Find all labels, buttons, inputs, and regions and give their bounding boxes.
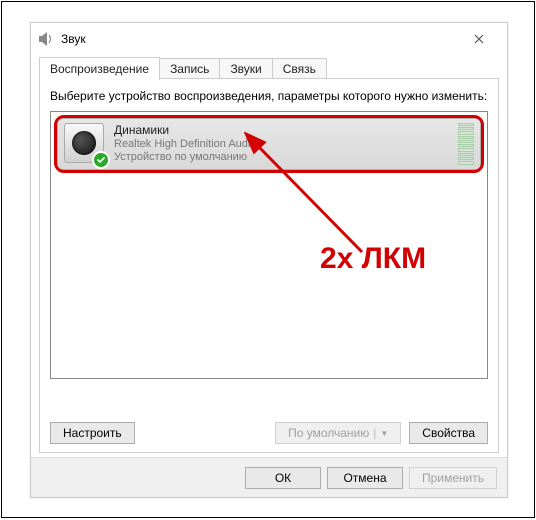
divider: |: [373, 426, 376, 440]
tab-playback[interactable]: Воспроизведение: [39, 57, 160, 80]
cancel-button[interactable]: Отмена: [327, 467, 403, 489]
default-check-icon: [92, 151, 110, 169]
tab-strip: Воспроизведение Запись Звуки Связь: [31, 55, 507, 79]
ok-button[interactable]: ОК: [245, 467, 321, 489]
sound-icon: [37, 30, 55, 48]
sound-dialog: Звук Воспроизведение Запись Звуки Связь …: [30, 22, 508, 498]
chevron-down-icon: ▼: [380, 429, 388, 438]
apply-button: Применить: [409, 467, 497, 489]
device-driver: Realtek High Definition Audio: [114, 138, 452, 151]
device-status: Устройство по умолчанию: [114, 151, 452, 164]
default-button-label: По умолчанию: [288, 426, 369, 440]
speaker-icon: [64, 123, 106, 165]
playback-panel: Выберите устройство воспроизведения, пар…: [39, 79, 499, 453]
panel-button-row: Настроить По умолчанию | ▼ Свойства: [50, 422, 488, 444]
volume-meter: [458, 123, 474, 165]
tab-record[interactable]: Запись: [159, 58, 220, 79]
properties-button[interactable]: Свойства: [409, 422, 488, 444]
close-button[interactable]: [457, 25, 501, 53]
device-info: Динамики Realtek High Definition Audio У…: [114, 123, 452, 164]
screenshot-frame: Звук Воспроизведение Запись Звуки Связь …: [1, 1, 535, 518]
window-title: Звук: [61, 32, 86, 46]
instruction-text: Выберите устройство воспроизведения, пар…: [50, 89, 488, 105]
device-name: Динамики: [114, 123, 452, 137]
titlebar: Звук: [31, 23, 507, 55]
device-list[interactable]: Динамики Realtek High Definition Audio У…: [50, 111, 488, 379]
default-button: По умолчанию | ▼: [275, 422, 401, 444]
configure-button[interactable]: Настроить: [50, 422, 135, 444]
dialog-button-row: ОК Отмена Применить: [31, 457, 507, 497]
tab-sounds[interactable]: Звуки: [219, 58, 272, 79]
tab-comm[interactable]: Связь: [272, 58, 327, 79]
device-item[interactable]: Динамики Realtek High Definition Audio У…: [57, 118, 481, 170]
